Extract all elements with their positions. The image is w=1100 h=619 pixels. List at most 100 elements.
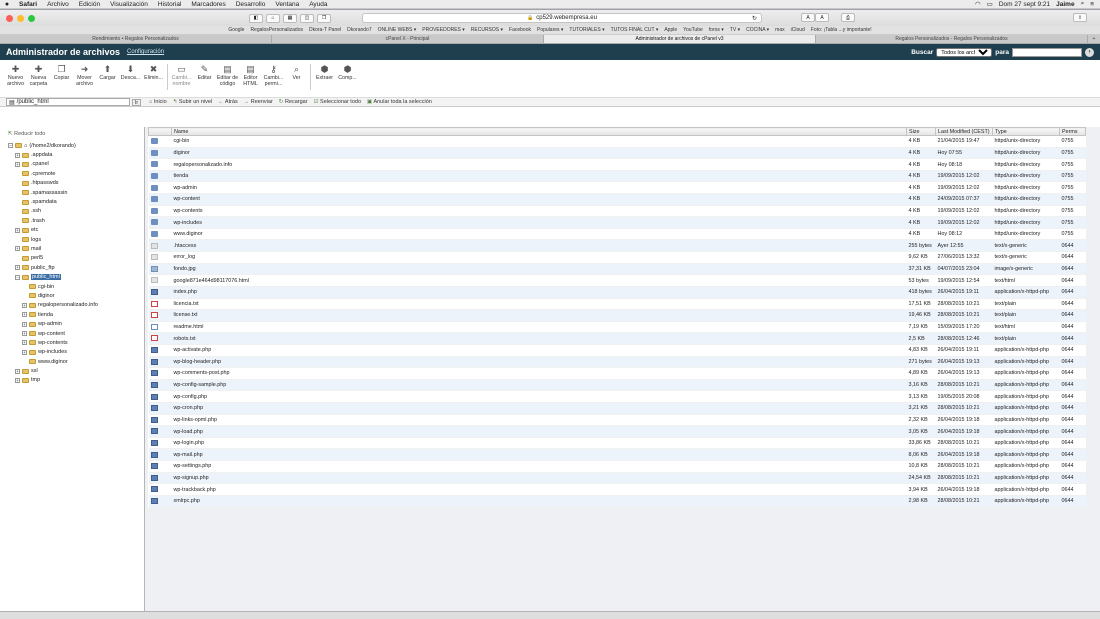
table-row[interactable]: wp-login.php 33,86 KB 28/08/2015 10:21 appl… [148, 437, 1086, 450]
type-column-header[interactable]: Type [992, 127, 1060, 136]
table-row[interactable]: xmlrpc.php 2,98 KB 28/08/2015 10:21 applica… [148, 495, 1086, 508]
table-row[interactable]: wp-trackback.php 3,94 KB 26/04/2015 19:18 a… [148, 483, 1086, 496]
table-row[interactable]: google871e464d98117076.html 53 bytes 19/09… [148, 274, 1086, 287]
nav-link-reload[interactable]: ↻ Recargar [279, 99, 308, 105]
menu-item-archivo[interactable]: Archivo [42, 1, 74, 8]
tree-item[interactable]: .ssh [8, 207, 144, 216]
expand-toggle-icon[interactable]: + [22, 331, 27, 336]
expand-toggle-icon[interactable]: + [22, 302, 27, 308]
bookmark-item[interactable]: ONLINE WEBS ▾ [378, 27, 417, 33]
expand-toggle-icon[interactable]: + [15, 161, 20, 167]
size-column-header[interactable]: Size [906, 127, 936, 136]
collapse-toggle-icon[interactable]: − [8, 143, 13, 149]
bookmark-item[interactable]: max [775, 27, 784, 33]
tree-item[interactable]: perl5 [8, 254, 144, 263]
tree-item[interactable]: cgi-bin [8, 282, 144, 291]
bookmark-item[interactable]: Apple [664, 27, 677, 33]
menu-item-marcadores[interactable]: Marcadores [186, 1, 230, 8]
menubar-clock[interactable]: Dom 27 sept 9:21 [999, 1, 1050, 8]
tree-item[interactable]: − public_html [8, 272, 144, 281]
bookmark-item[interactable]: Facebook [509, 27, 531, 33]
bookmark-item[interactable]: iCloud [791, 27, 805, 33]
toolbar-new-folder-button[interactable]: ✚ Nueva carpeta [27, 64, 50, 87]
menu-item-visualización[interactable]: Visualización [105, 1, 153, 8]
toolbar-compress-button[interactable]: ⬢ Comp... [336, 64, 359, 81]
menu-item-edición[interactable]: Edición [74, 1, 105, 8]
text-larger-button[interactable]: A [815, 13, 829, 22]
table-row[interactable]: wp-comments-post.php 4,89 KB 26/04/2015 19… [148, 367, 1086, 380]
bookmark-item[interactable]: PROVEEDORES ▾ [422, 27, 465, 33]
table-row[interactable]: licencia.txt 17,51 KB 28/08/2015 10:21 text… [148, 298, 1086, 311]
tree-item[interactable]: + mail [8, 244, 144, 253]
expand-toggle-icon[interactable]: + [15, 265, 20, 271]
spotlight-icon[interactable]: ⌕ [1081, 0, 1085, 8]
tree-item[interactable]: + ssl [8, 366, 144, 375]
reload-icon[interactable]: ↻ [752, 15, 757, 22]
table-row[interactable]: diginor 4 KB Hoy 07:55 httpd/unix-directory… [148, 147, 1086, 160]
nav-link-select-all[interactable]: ☑ Seleccionar todo [314, 99, 361, 105]
menu-item-ayuda[interactable]: Ayuda [304, 1, 332, 8]
expand-toggle-icon[interactable]: + [15, 377, 20, 383]
table-row[interactable]: wp-activate.php 4,83 KB 26/04/2015 19:11 ap… [148, 344, 1086, 357]
table-row[interactable]: wp-blog-header.php 271 bytes 26/04/2015 19… [148, 356, 1086, 369]
bookmark-item[interactable]: COCINA ▾ [746, 27, 769, 33]
print-button[interactable]: ⎙ [841, 13, 855, 22]
new-tab-button[interactable]: + [1088, 35, 1100, 43]
name-column-header[interactable]: Name [171, 127, 907, 136]
bookmark-item[interactable]: YouTube [683, 27, 703, 33]
expand-toggle-icon[interactable]: − [15, 274, 20, 280]
menu-item-ventana[interactable]: Ventana [270, 1, 304, 8]
home-button[interactable]: ⌂ [266, 13, 280, 23]
minimize-window-button[interactable] [17, 14, 24, 22]
tree-item[interactable]: .spamdata [8, 197, 144, 206]
toolbar-copy-button[interactable]: ❐ Copiar [50, 64, 73, 81]
toolbar-extract-button[interactable]: ⬢ Extraer [313, 64, 336, 81]
sidebar-button[interactable]: ◧ [249, 13, 263, 23]
reading-list-button[interactable]: ◫ [300, 13, 314, 23]
toolbar-rename-button[interactable]: ▭ Cambi... nombre [170, 64, 193, 87]
tree-item[interactable]: www.diginor [8, 357, 144, 366]
table-row[interactable]: tienda 4 KB 19/09/2015 12:02 httpd/unix-dir… [148, 170, 1086, 183]
table-row[interactable]: wp-config.php 3,13 KB 19/05/2015 20:08 appl… [148, 390, 1086, 403]
table-row[interactable]: wp-settings.php 10,8 KB 28/08/2015 10:21 ap… [148, 460, 1086, 473]
bookmark-item[interactable]: Google [228, 27, 244, 33]
search-scope-select[interactable]: Todos los archivos [936, 47, 993, 57]
close-window-button[interactable] [6, 14, 13, 22]
nav-link-back[interactable]: ← Atrás [218, 99, 238, 105]
nav-link-deselect-all[interactable]: ▣ Anular toda la selección [367, 99, 432, 105]
menubar-user[interactable]: Jaime [1056, 1, 1074, 8]
text-smaller-button[interactable]: A [801, 13, 815, 22]
bookmark-item[interactable]: TUTOS FINAL CUT ▾ [611, 27, 659, 33]
toolbar-permissions-button[interactable]: ⚷ Cambi... permi... [262, 64, 285, 87]
table-row[interactable]: wp-cron.php 3,21 KB 28/08/2015 10:21 applic… [148, 402, 1086, 415]
battery-icon[interactable]: ▭ [987, 0, 993, 8]
bookmark-item[interactable]: RegalosPersonalizados [250, 27, 303, 33]
menu-item-safari[interactable]: Safari [14, 1, 42, 8]
browser-tab[interactable]: Rendimiento • Regalos Personalizados [0, 35, 272, 43]
table-row[interactable]: wp-config-sample.php 3,16 KB 28/08/2015 10… [148, 379, 1086, 392]
apple-icon[interactable]: ● [0, 1, 14, 8]
tree-item[interactable]: .trash [8, 216, 144, 225]
table-row[interactable]: regalopersonalizado.info 4 KB Hoy 08:18 htt… [148, 158, 1086, 171]
toolbar-delete-button[interactable]: ✖ Elimin... [142, 64, 165, 81]
search-go-button[interactable]: › [1085, 47, 1094, 57]
expand-toggle-icon[interactable]: + [22, 349, 27, 355]
modified-column-header[interactable]: Last Modified (CEST) [935, 127, 993, 136]
toolbar-html-edit-button[interactable]: ▤ Editor HTML [239, 64, 262, 87]
tree-item[interactable]: + .appdata [8, 150, 144, 159]
table-row[interactable]: www.diginor 4 KB Hoy 08:12 httpd/unix-direc… [148, 228, 1086, 241]
tree-item[interactable]: + wp-admin [8, 319, 144, 328]
table-row[interactable]: wp-includes 4 KB 19/09/2015 12:02 httpd/uni… [148, 216, 1086, 229]
path-go-button[interactable]: Ir [132, 99, 141, 106]
tree-root[interactable]: − ⌂ (/home2/dkorando) [8, 141, 144, 150]
bookmarks-button[interactable]: ❐ [317, 13, 331, 23]
table-row[interactable]: fondo.jpg 37,31 KB 04/07/2015 23:04 image/x… [148, 263, 1086, 276]
table-row[interactable]: index.php 418 bytes 26/04/2015 19:11 applic… [148, 286, 1086, 299]
toolbar-move-button[interactable]: ➜ Mover archivo [73, 64, 96, 87]
settings-link[interactable]: Configuración [127, 49, 164, 55]
tree-item[interactable]: .spamassassin [8, 188, 144, 197]
wifi-icon[interactable]: ◠ [975, 0, 981, 8]
bookmark-item[interactable]: foros ▾ [709, 27, 724, 33]
expand-toggle-icon[interactable]: + [15, 246, 20, 252]
menu-item-historial[interactable]: Historial [153, 1, 186, 8]
